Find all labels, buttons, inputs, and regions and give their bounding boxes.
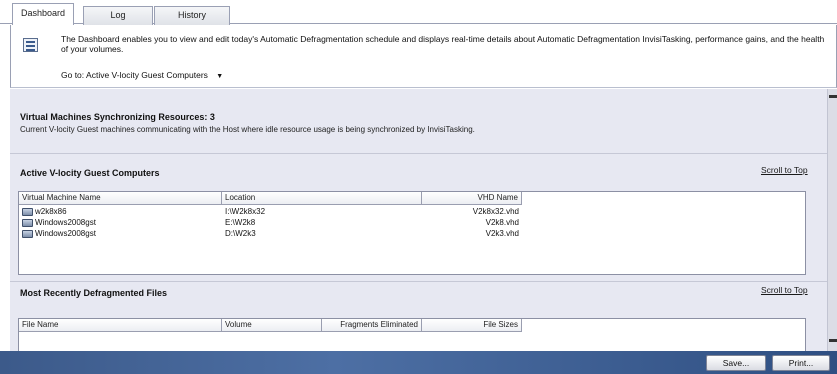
section-divider <box>10 281 827 282</box>
info-panel: The Dashboard enables you to view and ed… <box>10 25 837 88</box>
scroll-down-icon[interactable] <box>829 339 837 342</box>
tab-dashboard[interactable]: Dashboard <box>12 3 74 25</box>
vm-name-cell: w2k8x86 <box>35 207 67 216</box>
virtual-disk-icon <box>22 208 33 216</box>
vertical-scrollbar[interactable] <box>827 89 837 374</box>
tab-history[interactable]: History <box>154 6 230 25</box>
column-header-location[interactable]: Location <box>222 192 422 205</box>
location-cell: E:\W2k8 <box>225 218 256 227</box>
sync-title: Virtual Machines Synchronizing Resources… <box>20 112 215 122</box>
vhd-name-cell: V2k3.vhd <box>485 229 519 238</box>
dashboard-content: Virtual Machines Synchronizing Resources… <box>10 89 827 374</box>
vhd-name-cell: V2k8.vhd <box>485 218 519 227</box>
document-list-icon <box>23 38 38 52</box>
save-button[interactable]: Save... <box>706 355 766 371</box>
column-header-fragments-eliminated[interactable]: Fragments Eliminated <box>322 319 422 332</box>
location-cell: D:\W2k3 <box>225 229 256 238</box>
column-header-vhd-name[interactable]: VHD Name <box>422 192 522 205</box>
sync-description: Current V-locity Guest machines communic… <box>20 125 475 134</box>
column-header-volume[interactable]: Volume <box>222 319 322 332</box>
goto-label: Go to: Active V-locity Guest Computers <box>61 70 208 80</box>
tab-log[interactable]: Log <box>83 6 153 25</box>
section-divider <box>10 153 827 154</box>
column-header-file-sizes[interactable]: File Sizes <box>422 319 522 332</box>
goto-dropdown[interactable]: Go to: Active V-locity Guest Computers ▼ <box>61 70 223 80</box>
location-cell: I:\W2k8x32 <box>225 207 266 216</box>
scroll-to-top-link[interactable]: Scroll to Top <box>761 285 808 295</box>
virtual-disk-icon <box>22 219 33 227</box>
print-button[interactable]: Print... <box>772 355 830 371</box>
vm-name-cell: Windows2008gst <box>35 229 96 238</box>
vhd-name-cell: V2k8x32.vhd <box>472 207 519 216</box>
guest-computers-list[interactable]: Virtual Machine Name Location VHD Name w… <box>18 191 806 275</box>
guests-title: Active V-locity Guest Computers <box>20 168 160 178</box>
tab-strip: Dashboard Log History <box>0 0 837 25</box>
scroll-up-icon[interactable] <box>829 95 837 98</box>
dashboard-description: The Dashboard enables you to view and ed… <box>61 34 825 54</box>
vm-name-cell: Windows2008gst <box>35 218 96 227</box>
files-title: Most Recently Defragmented Files <box>20 288 168 298</box>
virtual-disk-icon <box>22 230 33 238</box>
chevron-down-icon[interactable]: ▼ <box>216 73 223 80</box>
column-header-vm-name[interactable]: Virtual Machine Name <box>19 192 222 205</box>
column-header-file-name[interactable]: File Name <box>19 319 222 332</box>
bottom-bar: Save... Print... <box>0 351 837 374</box>
scroll-to-top-link[interactable]: Scroll to Top <box>761 165 808 175</box>
